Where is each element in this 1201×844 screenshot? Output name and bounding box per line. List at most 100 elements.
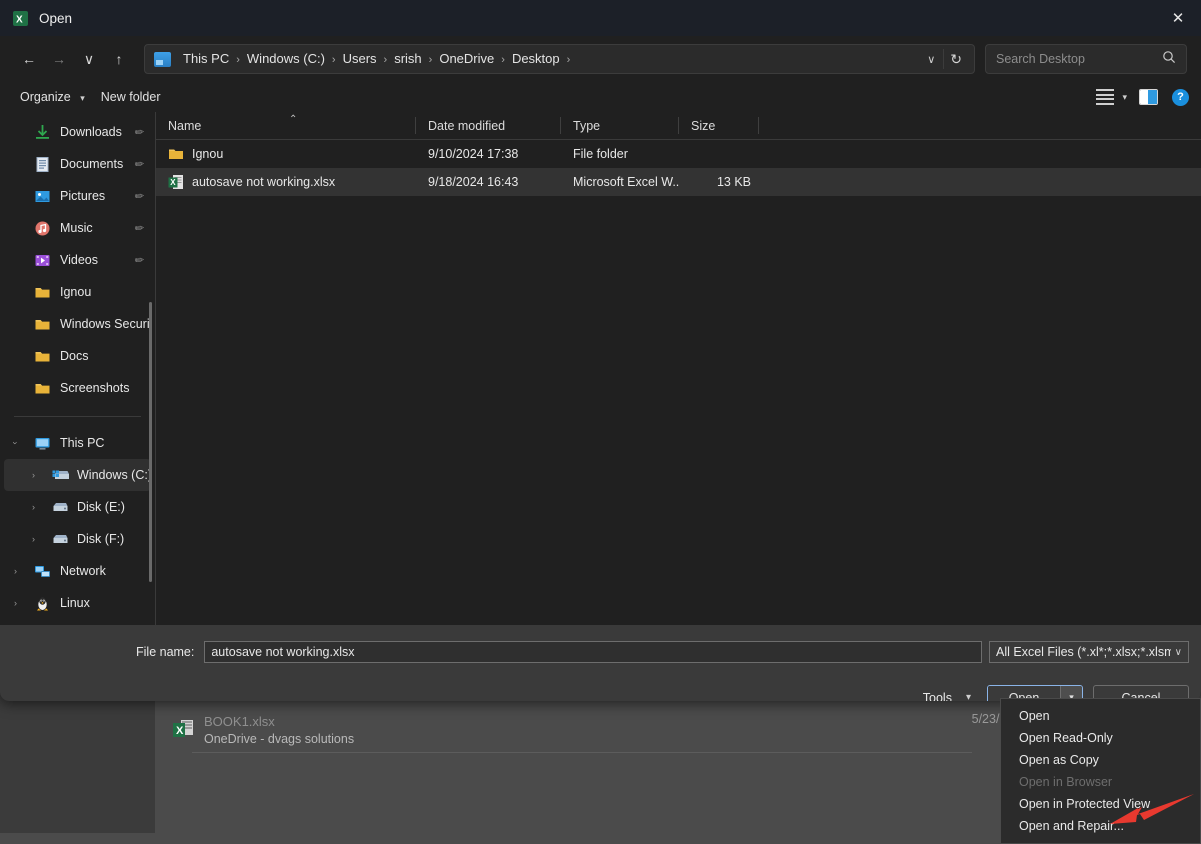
breadcrumb-item-srish[interactable]: srish: [388, 48, 427, 69]
sidebar-item-label: Network: [60, 564, 106, 578]
table-row[interactable]: Ignou9/10/2024 17:38File folder: [156, 140, 1201, 168]
sidebar-item-ignou[interactable]: Ignou: [4, 276, 151, 308]
pin-icon[interactable]: ✐: [131, 156, 146, 172]
sidebar-item-disk-e[interactable]: ›Disk (E:): [4, 491, 151, 523]
sidebar-item-network[interactable]: › Network: [4, 555, 151, 587]
file-type-filter[interactable]: All Excel Files (*.xl*;*.xlsx;*.xlsm ∨: [989, 641, 1189, 663]
tools-chevron-icon[interactable]: ▾: [966, 692, 971, 701]
sidebar-item-label: Windows (C:): [77, 468, 152, 482]
organize-button[interactable]: Organize ▾: [12, 86, 93, 108]
breadcrumb-item-windows-c[interactable]: Windows (C:): [241, 48, 331, 69]
column-header-date-modified[interactable]: Date modified: [416, 112, 561, 139]
chevron-right-icon[interactable]: ›: [32, 470, 35, 480]
filename-input[interactable]: [204, 641, 982, 663]
document-icon: [34, 156, 51, 173]
refresh-icon[interactable]: ↻: [943, 49, 968, 69]
sidebar-item-this-pc[interactable]: ›This PC: [4, 427, 151, 459]
menu-item-open-as-copy[interactable]: Open as Copy: [1001, 749, 1200, 771]
file-name-cell: Xautosave not working.xlsx: [156, 174, 416, 190]
computer-icon: [34, 435, 51, 452]
sidebar-item-label: Pictures: [60, 189, 105, 203]
breadcrumb-separator-icon: ›: [331, 54, 337, 66]
organize-label: Organize: [20, 90, 71, 104]
menu-item-open-in-protected-view[interactable]: Open in Protected View: [1001, 793, 1200, 815]
up-button[interactable]: ↑: [104, 44, 134, 74]
sidebar-item-label: Disk (F:): [77, 532, 124, 546]
excel-icon: X: [12, 10, 29, 27]
sidebar-item-docs[interactable]: Docs: [4, 340, 151, 372]
video-icon: [34, 252, 51, 269]
menu-item-open-read-only[interactable]: Open Read-Only: [1001, 727, 1200, 749]
pin-icon[interactable]: ✐: [131, 124, 146, 140]
pin-icon[interactable]: ✐: [131, 220, 146, 236]
folder-icon: [34, 284, 51, 301]
forward-button[interactable]: →: [44, 44, 74, 74]
breadcrumb-item-desktop[interactable]: Desktop: [506, 48, 566, 69]
folder-icon: [34, 348, 51, 365]
sidebar-item-windows-c[interactable]: › Windows (C:): [4, 459, 151, 491]
chevron-right-icon[interactable]: ›: [32, 534, 35, 544]
backstage-divider: [192, 752, 972, 753]
help-icon[interactable]: ?: [1172, 89, 1189, 106]
drive-icon: [52, 531, 69, 548]
command-toolbar: Organize ▾ New folder ▾ ?: [0, 82, 1201, 112]
chevron-right-icon[interactable]: ›: [14, 598, 17, 608]
breadcrumb-item-this-pc[interactable]: This PC: [177, 48, 235, 69]
navigation-bar: ← → ∨ ↑ This PC›Windows (C:)›Users›srish…: [0, 36, 1201, 82]
chevron-right-icon[interactable]: ›: [32, 502, 35, 512]
file-type-cell: Microsoft Excel W...: [561, 175, 679, 189]
view-options-chevron-icon[interactable]: ▾: [1118, 92, 1135, 103]
menu-item-open-and-repair[interactable]: Open and Repair...: [1001, 815, 1200, 837]
table-row[interactable]: Xautosave not working.xlsx9/18/2024 16:4…: [156, 168, 1201, 196]
sidebar-item-downloads[interactable]: Downloads✐: [4, 116, 151, 148]
address-bar[interactable]: This PC›Windows (C:)›Users›srish›OneDriv…: [144, 44, 975, 74]
preview-pane-icon[interactable]: [1139, 89, 1158, 105]
svg-text:X: X: [176, 725, 184, 737]
sidebar-item-pictures[interactable]: Pictures ✐: [4, 180, 151, 212]
address-dropdown-icon[interactable]: ∨: [919, 53, 943, 66]
dialog-body: Downloads✐Documents✐Pictures✐Music✐Video…: [0, 112, 1201, 625]
pin-icon[interactable]: ✐: [131, 252, 146, 268]
folder-icon: [34, 316, 51, 333]
chevron-down-icon: ▾: [80, 93, 85, 103]
sidebar-item-label: Ignou: [60, 285, 91, 299]
column-header-type[interactable]: Type: [561, 112, 679, 139]
excel-file-icon: X: [168, 174, 184, 190]
file-type-cell: File folder: [561, 147, 679, 161]
chevron-down-icon: ∨: [1175, 647, 1182, 658]
file-type-filter-value: All Excel Files (*.xl*;*.xlsx;*.xlsm: [996, 645, 1171, 659]
sidebar-item-linux[interactable]: ›Linux: [4, 587, 151, 619]
chevron-down-icon[interactable]: ›: [11, 442, 21, 445]
search-box[interactable]: [985, 44, 1187, 74]
sidebar-item-videos[interactable]: Videos ✐: [4, 244, 151, 276]
file-name-text: Ignou: [192, 147, 223, 161]
navigation-sidebar: Downloads✐Documents✐Pictures✐Music✐Video…: [0, 112, 155, 625]
svg-text:X: X: [16, 14, 23, 25]
pin-icon[interactable]: ✐: [131, 188, 146, 204]
sidebar-item-label: Videos: [60, 253, 98, 267]
tools-button[interactable]: Tools: [917, 687, 958, 702]
drive-windows-icon: [52, 467, 69, 484]
sidebar-item-music[interactable]: Music✐: [4, 212, 151, 244]
menu-item-open[interactable]: Open: [1001, 705, 1200, 727]
picture-icon: [34, 188, 51, 205]
music-icon: [34, 220, 51, 237]
new-folder-button[interactable]: New folder: [93, 86, 169, 108]
close-icon[interactable]: ✕: [1155, 0, 1201, 36]
svg-text:X: X: [170, 178, 176, 187]
back-button[interactable]: ←: [14, 44, 44, 74]
sidebar-item-screenshots[interactable]: Screenshots: [4, 372, 151, 404]
chevron-right-icon[interactable]: ›: [14, 566, 17, 576]
column-header-name[interactable]: Name: [156, 112, 416, 139]
breadcrumb-item-users[interactable]: Users: [337, 48, 383, 69]
sidebar-scrollbar[interactable]: [149, 302, 152, 582]
sidebar-item-disk-f[interactable]: › Disk (F:): [4, 523, 151, 555]
search-icon[interactable]: [1162, 50, 1176, 69]
search-input[interactable]: [996, 52, 1162, 66]
breadcrumb-item-onedrive[interactable]: OneDrive: [433, 48, 500, 69]
list-view-icon[interactable]: [1096, 89, 1114, 105]
recent-locations-button[interactable]: ∨: [74, 44, 104, 74]
sidebar-item-documents[interactable]: Documents✐: [4, 148, 151, 180]
column-header-size[interactable]: Size: [679, 112, 759, 139]
sidebar-item-windows-securi[interactable]: Windows Securi: [4, 308, 151, 340]
